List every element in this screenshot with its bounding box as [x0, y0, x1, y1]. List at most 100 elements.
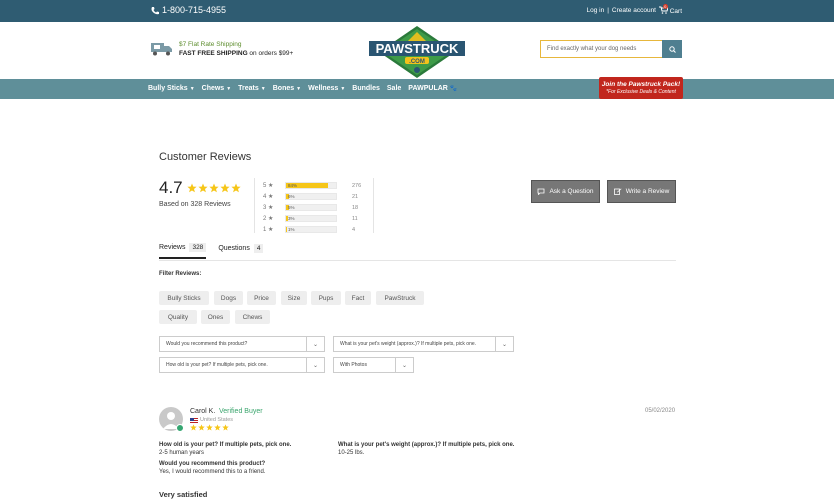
chevron-down-icon: ▼	[296, 86, 302, 92]
histogram-bar: 3%	[285, 215, 337, 222]
histogram-bar: 1%	[285, 226, 337, 233]
chevron-down-icon: ▼	[189, 86, 195, 92]
chat-icon	[538, 188, 545, 195]
tab-divider	[159, 260, 676, 261]
search-icon	[668, 45, 676, 53]
ask-question-button[interactable]: Ask a Question	[531, 180, 600, 203]
histogram-count: 276	[352, 182, 362, 189]
search-button[interactable]	[662, 40, 682, 58]
cart-count-badge: 0	[662, 4, 668, 9]
star-icon	[198, 424, 205, 431]
nav-item-pawpular[interactable]: PAWPULAR 🐾	[408, 85, 457, 92]
filter-chip[interactable]: Chews	[235, 310, 270, 324]
review-tabs: Reviews 328 Questions 4	[159, 243, 264, 259]
review-headline: Very satisfied	[159, 490, 208, 499]
photos-filter-select[interactable]: With Photos ⌄	[333, 357, 414, 373]
star-icon	[214, 424, 221, 431]
tab-questions[interactable]: Questions 4	[218, 243, 264, 259]
histogram-row[interactable]: 1 ★ 1% 4	[263, 224, 361, 235]
review-answer-weight: What is your pet's weight (approx.)? If …	[338, 441, 514, 457]
filter-chip[interactable]: Fact	[345, 291, 371, 305]
nav-item-sale[interactable]: Sale	[387, 85, 401, 92]
answer: 2-5 human years	[159, 450, 205, 456]
search-box[interactable]: Find exactly what your dog needs	[540, 40, 682, 58]
select-label: Would you recommend this product?	[166, 341, 248, 347]
filter-chip[interactable]: Size	[281, 291, 307, 305]
nav-item-bones[interactable]: Bones ▼	[273, 85, 301, 92]
edit-icon	[613, 188, 622, 195]
histogram-star-label: 4 ★	[263, 194, 274, 200]
recommend-filter-select[interactable]: Would you recommend this product? ⌄	[159, 336, 325, 352]
select-label: How old is your pet? If multiple pets, p…	[166, 362, 268, 368]
chevron-down-icon: ▼	[260, 86, 266, 92]
tab-count: 328	[189, 243, 207, 252]
nav-item-bully-sticks[interactable]: Bully Sticks ▼	[148, 85, 195, 92]
join-pack-button[interactable]: Join the Pawstruck Pack! *For Exclusive …	[599, 77, 683, 99]
histogram-row[interactable]: 4 ★ 6% 21	[263, 191, 361, 202]
nav-label: Bones	[272, 85, 295, 92]
histogram-bar-fill	[286, 227, 287, 232]
review-answer-age: How old is your pet? If multiple pets, p…	[159, 441, 291, 457]
histogram-percent: 84%	[288, 183, 298, 188]
star-icon	[187, 183, 197, 193]
chevron-down-icon: ▼	[340, 86, 346, 92]
filter-chip[interactable]: Bully Sticks	[159, 291, 209, 305]
histogram-row[interactable]: 2 ★ 3% 11	[263, 213, 361, 224]
filter-chip[interactable]: Dogs	[214, 291, 243, 305]
filter-chip[interactable]: PawStruck	[376, 291, 424, 305]
filter-chip[interactable]: Price	[247, 291, 276, 305]
histogram-star-label: 3 ★	[263, 205, 274, 211]
main-nav: Bully Sticks ▼ Chews ▼ Treats ▼ Bones ▼ Well…	[0, 79, 834, 99]
review-date: 05/02/2020	[645, 408, 676, 414]
select-label: With Photos	[340, 362, 367, 368]
cart-icon-wrap: 0	[658, 4, 669, 16]
filter-chip[interactable]: Ones	[201, 310, 230, 324]
based-on-count: Based on 328 Reviews	[159, 201, 231, 208]
pawstruck-logo[interactable]: PAWSTRUCK .COM	[367, 26, 467, 81]
search-input[interactable]: Find exactly what your dog needs	[547, 46, 636, 52]
average-stars	[187, 183, 241, 193]
reviewer-name: Carol K.	[190, 408, 216, 415]
phone-link[interactable]: 1-800-715-4955	[151, 5, 226, 15]
cart-label: Cart	[669, 7, 682, 15]
location-text: United States	[200, 417, 234, 423]
age-filter-select[interactable]: How old is your pet? If multiple pets, p…	[159, 357, 325, 373]
tab-label: Reviews	[159, 244, 186, 251]
tab-reviews[interactable]: Reviews 328	[159, 243, 207, 259]
histogram-bar: 84%	[285, 182, 337, 189]
cart-link[interactable]: 0 Cart	[658, 4, 682, 16]
account-separator: |	[607, 7, 609, 14]
nav-item-wellness[interactable]: Wellness ▼	[308, 85, 345, 92]
paw-icon: 🐾	[449, 86, 458, 92]
nav-item-bundles[interactable]: Bundles	[352, 85, 380, 92]
nav-item-chews[interactable]: Chews ▼	[202, 85, 232, 92]
histogram-row[interactable]: 3 ★ 5% 18	[263, 202, 361, 213]
histogram-star-label: 1 ★	[263, 227, 274, 233]
review-answer-recommend: Would you recommend this product? Yes, I…	[159, 460, 266, 476]
phone-icon	[151, 6, 159, 14]
filter-chip[interactable]: Pups	[311, 291, 341, 305]
create-account-link[interactable]: Create account	[612, 7, 656, 14]
join-pack-subtitle: *For Exclusive Deals & Content	[606, 89, 676, 95]
star-icon	[220, 183, 230, 193]
write-review-label: Write a Review	[625, 188, 670, 195]
reviewer-location: United States	[190, 417, 233, 423]
star-icon	[190, 424, 197, 431]
weight-filter-select[interactable]: What is your pet's weight (approx.)? If …	[333, 336, 514, 352]
histogram-row[interactable]: 5 ★ 84% 276	[263, 180, 361, 191]
filter-reviews-label: Filter Reviews:	[159, 271, 202, 277]
join-pack-title: Join the Pawstruck Pack!	[601, 81, 681, 88]
write-review-button[interactable]: Write a Review	[607, 180, 676, 203]
filter-chip[interactable]: Quality	[159, 310, 197, 324]
star-icon	[206, 424, 213, 431]
histogram-count: 4	[352, 226, 356, 233]
nav-item-treats[interactable]: Treats ▼	[238, 85, 266, 92]
shipping-flat-rate: $7 Flat Rate Shipping	[179, 41, 242, 48]
star-icon	[231, 183, 241, 193]
shipping-free-line: FAST FREE SHIPPING on orders $99+	[179, 50, 293, 57]
question: What is your pet's weight (approx.)? If …	[338, 442, 515, 448]
histogram-bar: 6%	[285, 193, 337, 200]
shipping-free-bold: FAST FREE SHIPPING	[179, 50, 248, 57]
login-link[interactable]: Log in	[586, 7, 604, 14]
chevron-down-icon: ⌄	[395, 358, 413, 372]
